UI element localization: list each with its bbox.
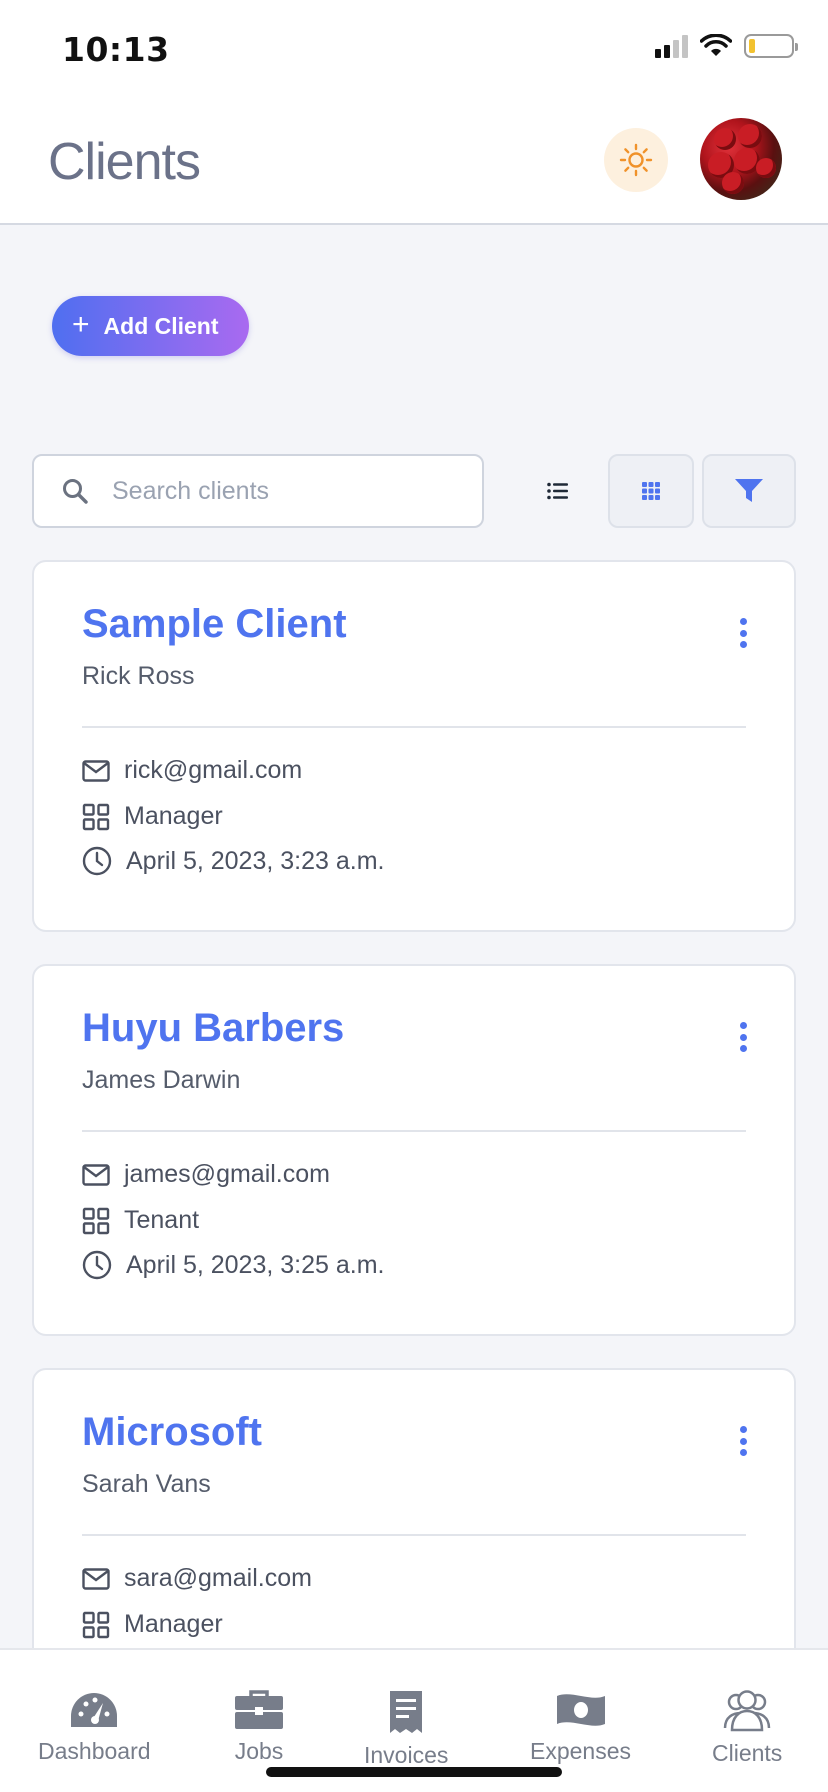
nav-label: Invoices — [364, 1742, 449, 1768]
theme-toggle-button[interactable] — [604, 128, 668, 192]
envelope-icon — [82, 759, 110, 782]
list-view-button[interactable] — [520, 454, 596, 528]
nav-item-clients[interactable]: Clients — [712, 1690, 782, 1767]
client-name[interactable]: Microsoft — [82, 1410, 262, 1455]
dashboard-gauge-icon — [71, 1693, 118, 1727]
client-role: Manager — [124, 802, 223, 830]
client-contact: Sarah Vans — [82, 1470, 211, 1498]
role-row: Manager — [82, 1610, 223, 1639]
client-contact: James Darwin — [82, 1066, 241, 1094]
home-indicator — [266, 1767, 562, 1777]
cellular-signal-icon — [655, 34, 688, 58]
email-row: sara@gmail.com — [82, 1564, 312, 1593]
list-icon — [547, 482, 568, 500]
client-email: sara@gmail.com — [124, 1564, 312, 1592]
client-contact: Rick Ross — [82, 662, 195, 690]
more-options-icon[interactable] — [738, 1022, 748, 1052]
wifi-icon — [700, 34, 732, 56]
grid-squares-icon — [82, 1207, 110, 1234]
sun-icon — [619, 143, 653, 177]
email-row: james@gmail.com — [82, 1160, 330, 1189]
grid-squares-icon — [82, 1611, 110, 1638]
more-options-icon[interactable] — [738, 1426, 748, 1456]
grid-icon — [642, 482, 660, 500]
search-box[interactable] — [32, 454, 484, 528]
nav-label: Dashboard — [38, 1738, 151, 1764]
client-role: Tenant — [124, 1206, 200, 1234]
clock-icon — [82, 846, 112, 876]
client-email: rick@gmail.com — [124, 756, 303, 784]
briefcase-icon — [235, 1690, 283, 1729]
client-date: April 5, 2023, 3:23 a.m. — [126, 846, 385, 875]
page-title: Clients — [48, 133, 201, 191]
search-icon — [63, 479, 88, 504]
date-row: April 5, 2023, 3:23 a.m. — [82, 846, 384, 876]
grid-squares-icon — [82, 803, 110, 830]
nav-item-dashboard[interactable]: Dashboard — [38, 1690, 151, 1765]
divider — [82, 1130, 746, 1132]
filter-icon — [735, 479, 763, 502]
receipt-icon — [390, 1691, 423, 1733]
nav-item-invoices[interactable]: Invoices — [364, 1690, 448, 1769]
filter-button[interactable] — [702, 454, 796, 528]
date-row: April 5, 2023, 3:25 a.m. — [82, 1250, 384, 1280]
nav-label: Clients — [712, 1740, 783, 1766]
clock-icon — [82, 1250, 112, 1280]
nav-label: Jobs — [234, 1738, 284, 1764]
grid-view-button[interactable] — [608, 454, 694, 528]
search-input[interactable] — [112, 476, 432, 506]
envelope-icon — [82, 1163, 110, 1186]
client-email: james@gmail.com — [124, 1160, 330, 1188]
client-date: April 5, 2023, 3:25 a.m. — [126, 1250, 385, 1279]
client-card[interactable]: Sample Client Rick Ross rick@gmail.com M… — [32, 560, 796, 932]
client-name[interactable]: Sample Client — [82, 602, 347, 647]
app-header: Clients — [0, 100, 828, 225]
role-row: Tenant — [82, 1206, 199, 1235]
divider — [82, 1534, 746, 1536]
add-client-label: Add Client — [103, 312, 219, 339]
add-client-button[interactable]: + Add Client — [52, 296, 249, 356]
nav-item-jobs[interactable]: Jobs — [234, 1690, 284, 1765]
status-icons — [655, 34, 798, 58]
client-card[interactable]: Huyu Barbers James Darwin james@gmail.co… — [32, 964, 796, 1336]
client-name[interactable]: Huyu Barbers — [82, 1006, 344, 1051]
role-row: Manager — [82, 802, 223, 831]
money-bill-icon — [556, 1694, 605, 1726]
divider — [82, 726, 746, 728]
email-row: rick@gmail.com — [82, 756, 302, 785]
battery-icon — [744, 34, 798, 58]
nav-label: Expenses — [530, 1738, 632, 1764]
more-options-icon[interactable] — [738, 618, 748, 648]
client-role: Manager — [124, 1610, 223, 1638]
avatar[interactable] — [700, 118, 782, 200]
plus-icon: + — [72, 307, 90, 341]
users-icon — [723, 1690, 771, 1732]
status-bar: 10:13 — [0, 0, 828, 100]
nav-item-expenses[interactable]: Expenses — [530, 1690, 631, 1765]
envelope-icon — [82, 1567, 110, 1590]
status-time: 10:13 — [62, 30, 170, 69]
